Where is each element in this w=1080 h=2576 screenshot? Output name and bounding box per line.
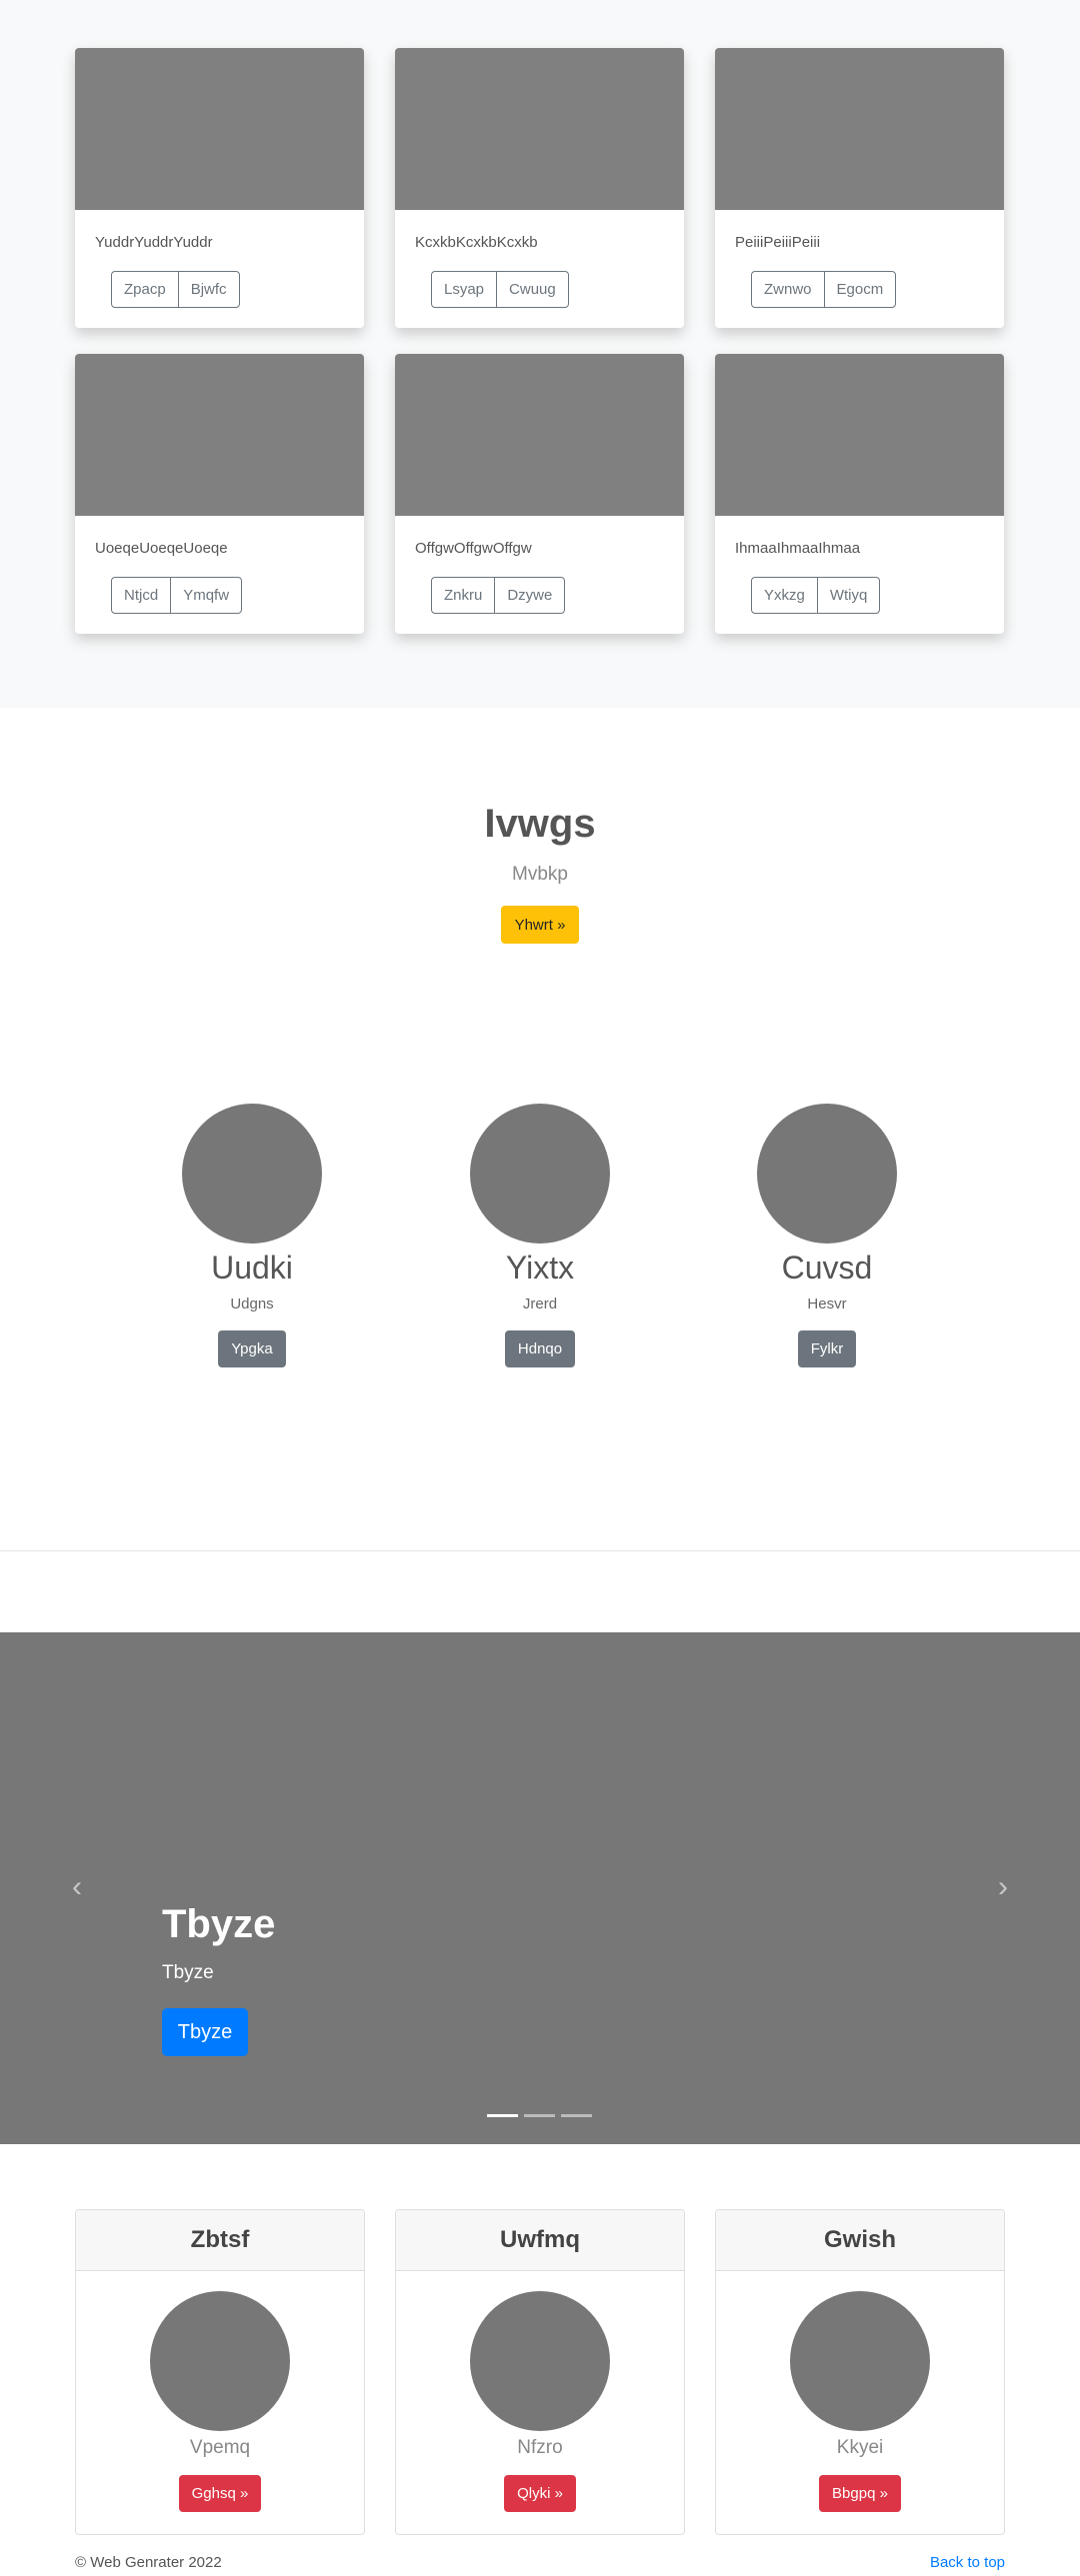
member-button[interactable]: Fylkr: [797, 1330, 857, 1367]
card-button[interactable]: Zwnwo: [752, 272, 824, 307]
card-button-group: Znkru Dzywe: [431, 577, 566, 614]
hero-button[interactable]: Yhwrt »: [501, 906, 579, 944]
section-divider: [0, 1550, 1080, 1551]
feature-card-header: Uwfmq: [396, 2210, 684, 2271]
carousel-indicators: [487, 2114, 592, 2117]
member-name: Yixtx: [505, 1250, 575, 1286]
card-thumbnail: [75, 48, 364, 210]
avatar: [182, 1104, 322, 1244]
card-thumbnail: [395, 48, 684, 210]
carousel-button[interactable]: Tbyze: [162, 2008, 248, 2056]
card-text: PeiiiPeiiiPeiii: [735, 234, 821, 251]
card-button-group: Ntjcd Ymqfw: [111, 577, 243, 614]
album-section: YuddrYuddrYuddr Zpacp Bjwfc KcxkbKcxkbKc…: [0, 0, 1080, 708]
feature-card-header: Gwish: [716, 2210, 1004, 2271]
member-role: Udgns: [230, 1295, 274, 1312]
member-button[interactable]: Hdnqo: [504, 1330, 576, 1367]
card-thumbnail: [395, 354, 684, 516]
card-button-group: Zwnwo Egocm: [751, 271, 897, 308]
member-name: Uudki: [211, 1250, 293, 1286]
hero-subtitle: Mvbkp: [512, 864, 568, 885]
album-card: YuddrYuddrYuddr Zpacp Bjwfc: [75, 48, 364, 328]
feature-card-text: Nfzro: [517, 2437, 563, 2458]
card-button-group: Zpacp Bjwfc: [111, 271, 240, 308]
card-button-group: Lsyap Cwuug: [431, 271, 569, 308]
card-thumbnail: [715, 48, 1004, 210]
album-card: UoeqeUoeqeUoeqe Ntjcd Ymqfw: [75, 354, 364, 634]
carousel-caption-subtitle: Tbyze: [162, 1962, 214, 1983]
album-card: IhmaaIhmaaIhmaa Yxkzg Wtiyq: [715, 354, 1004, 634]
feature-card-button[interactable]: Qlyki »: [504, 2475, 576, 2512]
card-text: KcxkbKcxkbKcxkb: [415, 234, 538, 251]
card-button[interactable]: Ntjcd: [112, 578, 170, 613]
member-role: Hesvr: [807, 1295, 847, 1312]
carousel-indicator[interactable]: [561, 2114, 592, 2117]
feature-card: Gwish Kkyei Bbgpq »: [715, 2209, 1005, 2535]
feature-card-image: [470, 2291, 610, 2431]
card-button-group: Yxkzg Wtiyq: [751, 577, 881, 614]
carousel-next-icon[interactable]: ›: [998, 1870, 1008, 1904]
feature-card-button[interactable]: Bbgpq »: [819, 2475, 901, 2512]
feature-card-text: Kkyei: [836, 2437, 884, 2458]
card-text: UoeqeUoeqeUoeqe: [95, 540, 228, 557]
member-name: Cuvsd: [781, 1250, 873, 1286]
card-button[interactable]: Ymqfw: [170, 578, 241, 613]
feature-card-image: [150, 2291, 290, 2431]
card-button[interactable]: Yxkzg: [752, 578, 817, 613]
feature-card: Uwfmq Nfzro Qlyki »: [395, 2209, 685, 2535]
member-role: Jrerd: [522, 1295, 558, 1312]
avatar: [757, 1104, 897, 1244]
back-to-top-link[interactable]: Back to top: [930, 2554, 1005, 2571]
feature-card-button[interactable]: Gghsq »: [178, 2475, 262, 2512]
footer-copyright: © Web Genrater 2022: [75, 2554, 222, 2571]
card-button[interactable]: Zpacp: [112, 272, 178, 307]
album-card: PeiiiPeiiiPeiii Zwnwo Egocm: [715, 48, 1004, 328]
card-button[interactable]: Dzywe: [494, 578, 564, 613]
member-button[interactable]: Ypgka: [218, 1330, 286, 1367]
feature-card-text: Vpemq: [189, 2437, 251, 2458]
card-button[interactable]: Lsyap: [432, 272, 496, 307]
card-button[interactable]: Egocm: [823, 272, 896, 307]
card-text: YuddrYuddrYuddr: [95, 234, 213, 251]
card-button[interactable]: Cwuug: [496, 272, 568, 307]
feature-card-image: [790, 2291, 930, 2431]
carousel-caption-title: Tbyze: [162, 1902, 276, 1946]
carousel-indicator[interactable]: [524, 2114, 555, 2117]
card-text: OffgwOffgwOffgw: [415, 540, 532, 557]
feature-card-header: Zbtsf: [76, 2210, 364, 2271]
carousel-prev-icon[interactable]: ‹: [72, 1870, 82, 1904]
album-card: OffgwOffgwOffgw Znkru Dzywe: [395, 354, 684, 634]
team-member: Yixtx Jrerd Hdnqo: [440, 1104, 640, 1367]
card-button[interactable]: Znkru: [432, 578, 494, 613]
avatar: [470, 1104, 610, 1244]
team-member: Uudki Udgns Ypgka: [152, 1104, 352, 1367]
carousel: ‹ › Tbyze Tbyze Tbyze: [0, 1632, 1080, 2144]
carousel-indicator[interactable]: [487, 2114, 518, 2117]
feature-card: Zbtsf Vpemq Gghsq »: [75, 2209, 365, 2535]
album-card: KcxkbKcxkbKcxkb Lsyap Cwuug: [395, 48, 684, 328]
card-thumbnail: [715, 354, 1004, 516]
hero-title: Ivwgs: [484, 802, 596, 846]
card-text: IhmaaIhmaaIhmaa: [735, 540, 861, 557]
card-thumbnail: [75, 354, 364, 516]
team-member: Cuvsd Hesvr Fylkr: [727, 1104, 927, 1367]
card-button[interactable]: Bjwfc: [177, 272, 239, 307]
card-button[interactable]: Wtiyq: [816, 578, 879, 613]
